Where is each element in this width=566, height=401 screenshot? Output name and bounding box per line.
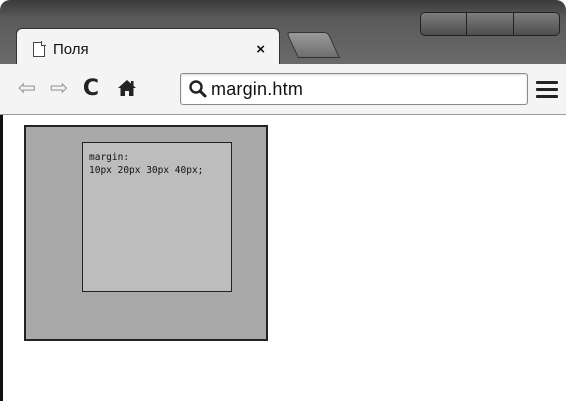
toolbar: ⇦ ⇨ C margin.htm bbox=[0, 64, 566, 115]
close-window-button[interactable] bbox=[514, 13, 559, 35]
margin-demo-inner-box: margin: 10px 20px 30px 40px; bbox=[82, 142, 232, 292]
home-button[interactable] bbox=[114, 75, 140, 101]
address-bar[interactable]: margin.htm bbox=[180, 73, 528, 105]
browser-tab[interactable]: Поля × bbox=[16, 28, 280, 67]
minimize-button[interactable] bbox=[421, 13, 468, 35]
menu-icon-bar bbox=[536, 87, 558, 91]
tab-close-button[interactable]: × bbox=[256, 41, 265, 58]
demo-text-line1: margin: bbox=[89, 152, 130, 163]
maximize-button[interactable] bbox=[467, 13, 514, 35]
page-content: margin: 10px 20px 30px 40px; bbox=[0, 115, 566, 401]
margin-demo-outer-box: margin: 10px 20px 30px 40px; bbox=[24, 125, 268, 341]
window-controls bbox=[420, 12, 560, 36]
page-icon bbox=[33, 41, 45, 57]
tab-content: Поля × bbox=[33, 39, 269, 59]
menu-button[interactable] bbox=[536, 77, 558, 101]
menu-icon-bar bbox=[536, 94, 558, 98]
back-button[interactable]: ⇦ bbox=[14, 75, 40, 101]
reload-button[interactable]: C bbox=[78, 75, 104, 101]
home-icon bbox=[118, 80, 136, 96]
forward-button[interactable]: ⇨ bbox=[46, 75, 72, 101]
demo-text-line2: 10px 20px 30px 40px; bbox=[89, 165, 204, 176]
search-icon bbox=[189, 80, 207, 98]
address-text: margin.htm bbox=[211, 78, 304, 99]
browser-window: Поля × ⇦ ⇨ C margin.htm margin: 10px 20p… bbox=[0, 0, 566, 401]
menu-icon-bar bbox=[536, 80, 558, 84]
tab-title: Поля bbox=[53, 40, 89, 58]
